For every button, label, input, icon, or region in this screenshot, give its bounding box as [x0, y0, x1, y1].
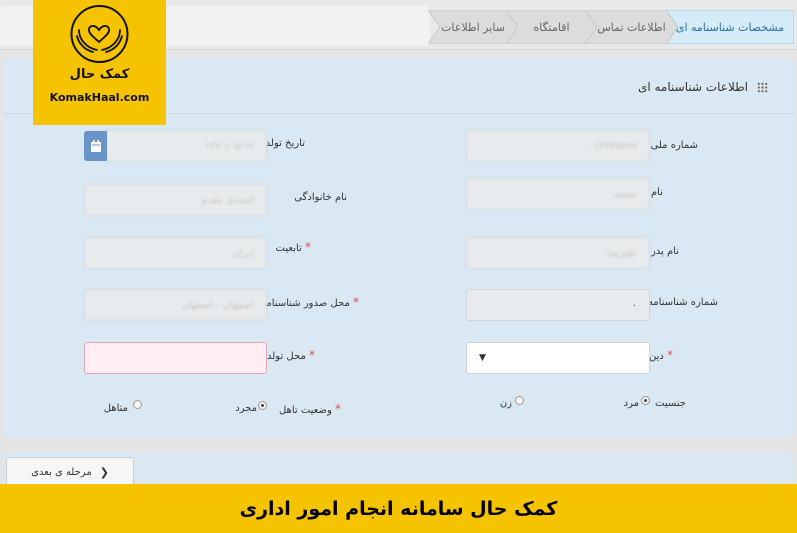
promo-banner: کمک حال سامانه انجام امور اداری	[0, 484, 797, 533]
birth-place-label: * محل تولد	[267, 348, 315, 362]
issue-place-label: * محل صدور شناسنامه	[261, 295, 359, 309]
gender-male-label: مرد	[623, 398, 639, 409]
panel-title: اطلاعات شناسنامه ای	[637, 80, 748, 94]
religion-label: * دین	[649, 348, 673, 362]
gender-label: جنسیت	[655, 398, 686, 409]
id-number-field[interactable]: ۰	[466, 289, 650, 321]
step-tab-identity-label: مشخصات شناسنامه ای	[675, 20, 785, 34]
step-tab-other[interactable]: سایر اطلاعات	[428, 10, 518, 44]
logo-site: KomakHaal.com	[49, 91, 150, 104]
grid-icon	[757, 82, 768, 93]
next-step-button[interactable]: مرحله ی بعدی ❮	[6, 457, 134, 487]
marital-single-label: مجرد	[235, 403, 257, 414]
nationality-label: * تابعیت	[276, 240, 311, 254]
gender-female-radio[interactable]	[515, 396, 524, 405]
required-marker: *	[335, 402, 341, 416]
first-name-field[interactable]: محمد	[466, 178, 650, 210]
birth-place-label-text: محل تولد	[267, 351, 306, 362]
required-marker: *	[667, 348, 673, 362]
issue-place-field[interactable]: اصفهان - اصفهان	[84, 289, 267, 321]
nationality-label-text: تابعیت	[275, 243, 302, 254]
father-name-field[interactable]: علیرضا	[466, 237, 650, 269]
gender-female-label: زن	[499, 398, 512, 409]
nationality-field[interactable]: ایران	[84, 237, 267, 269]
required-marker: *	[353, 295, 359, 309]
birth-date-label: تاریخ تولد	[265, 138, 305, 149]
national-id-field[interactable]: ۰۰۱۲۳۴۵۶۷۸	[466, 130, 650, 162]
step-tab-residence-label: اقامتگاه	[533, 20, 570, 34]
marital-single-radio[interactable]	[258, 401, 267, 410]
last-name-field[interactable]: احمدی مقدم	[84, 184, 267, 216]
calendar-icon	[90, 140, 101, 152]
issue-place-label-text: محل صدور شناسنامه	[261, 298, 350, 309]
marital-married-radio[interactable]	[133, 400, 142, 409]
step-tab-other-label: سایر اطلاعات	[441, 20, 505, 34]
marital-status-label: * وضعیت تاهل	[279, 402, 341, 416]
required-marker: *	[309, 348, 315, 362]
gender-male-radio[interactable]	[641, 396, 650, 405]
brand-logo: کمک حال KomakHaal.com	[33, 0, 166, 125]
first-name-label: نام	[650, 187, 663, 198]
step-tab-contact[interactable]: اطلاعات تماس	[585, 10, 678, 44]
father-name-label: نام پدر	[650, 246, 679, 257]
calendar-button[interactable]	[84, 131, 107, 161]
logo-name: کمک حال	[69, 67, 130, 82]
banner-text: کمک حال سامانه انجام امور اداری	[239, 497, 558, 520]
next-step-label: مرحله ی بعدی	[31, 466, 92, 478]
birth-date-field[interactable]: ۱۳۷۰/۰۵/۱۲	[106, 130, 267, 162]
step-tab-residence[interactable]: اقامتگاه	[506, 10, 597, 44]
marital-status-label-text: وضعیت تاهل	[278, 405, 332, 416]
id-number-label: شماره شناسنامه	[647, 297, 718, 308]
chevron-left-icon: ❮	[99, 465, 109, 479]
hands-heart-icon	[70, 5, 129, 63]
chevron-down-icon: ▼	[479, 353, 486, 363]
required-marker: *	[305, 240, 311, 254]
religion-label-text: دین	[648, 351, 664, 362]
step-tab-identity[interactable]: مشخصات شناسنامه ای	[666, 10, 794, 44]
religion-select[interactable]: ▼	[466, 342, 650, 374]
national-id-label: شماره ملی	[650, 140, 698, 151]
birth-place-field[interactable]	[84, 342, 267, 374]
last-name-label: نام خانوادگی	[294, 192, 347, 203]
step-tab-contact-label: اطلاعات تماس	[597, 20, 666, 34]
marital-married-label: متاهل	[103, 403, 128, 414]
